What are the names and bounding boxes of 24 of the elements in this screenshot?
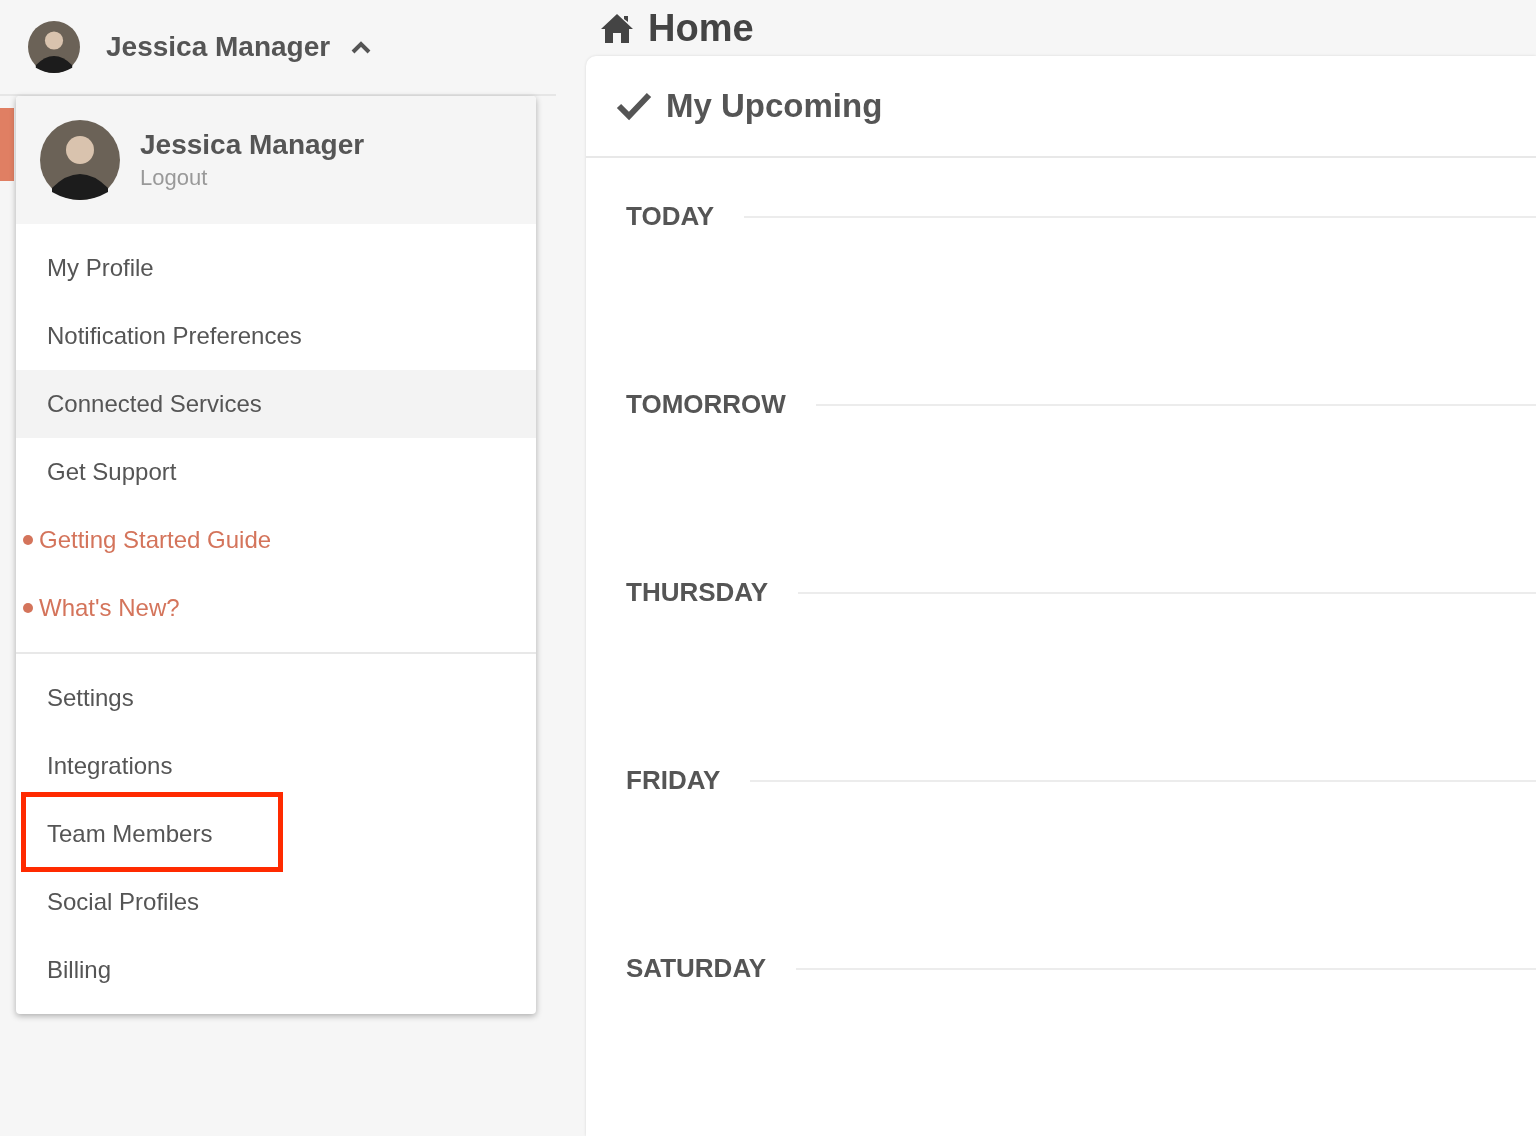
chevron-up-icon[interactable] [350,40,373,54]
menu-item[interactable]: Team Members [16,800,536,868]
day-heading: TODAY [626,200,715,233]
menu-user-name: Jessica Manager [140,129,365,161]
home-icon [600,13,634,43]
menu-item[interactable]: Notification Preferences [16,302,536,370]
day-heading: TOMORROW [626,388,786,421]
menu-item[interactable]: Billing [16,936,536,1004]
card-title: My Upcoming [666,87,883,125]
menu-item[interactable]: Social Profiles [16,868,536,936]
check-icon [616,91,652,121]
dot-icon [23,603,33,613]
dot-icon [23,535,33,545]
menu-item[interactable]: Integrations [16,732,536,800]
day-heading: FRIDAY [626,764,721,797]
day-heading: THURSDAY [626,576,769,609]
avatar [28,21,80,73]
menu-item[interactable]: Get Support [16,438,536,506]
user-name[interactable]: Jessica Manager [106,31,331,63]
menu-item[interactable]: My Profile [16,234,536,302]
page-title: Home [648,6,754,50]
menu-item[interactable]: Settings [16,664,536,732]
menu-item[interactable]: Connected Services [16,370,536,438]
day-heading: SATURDAY [626,952,767,985]
